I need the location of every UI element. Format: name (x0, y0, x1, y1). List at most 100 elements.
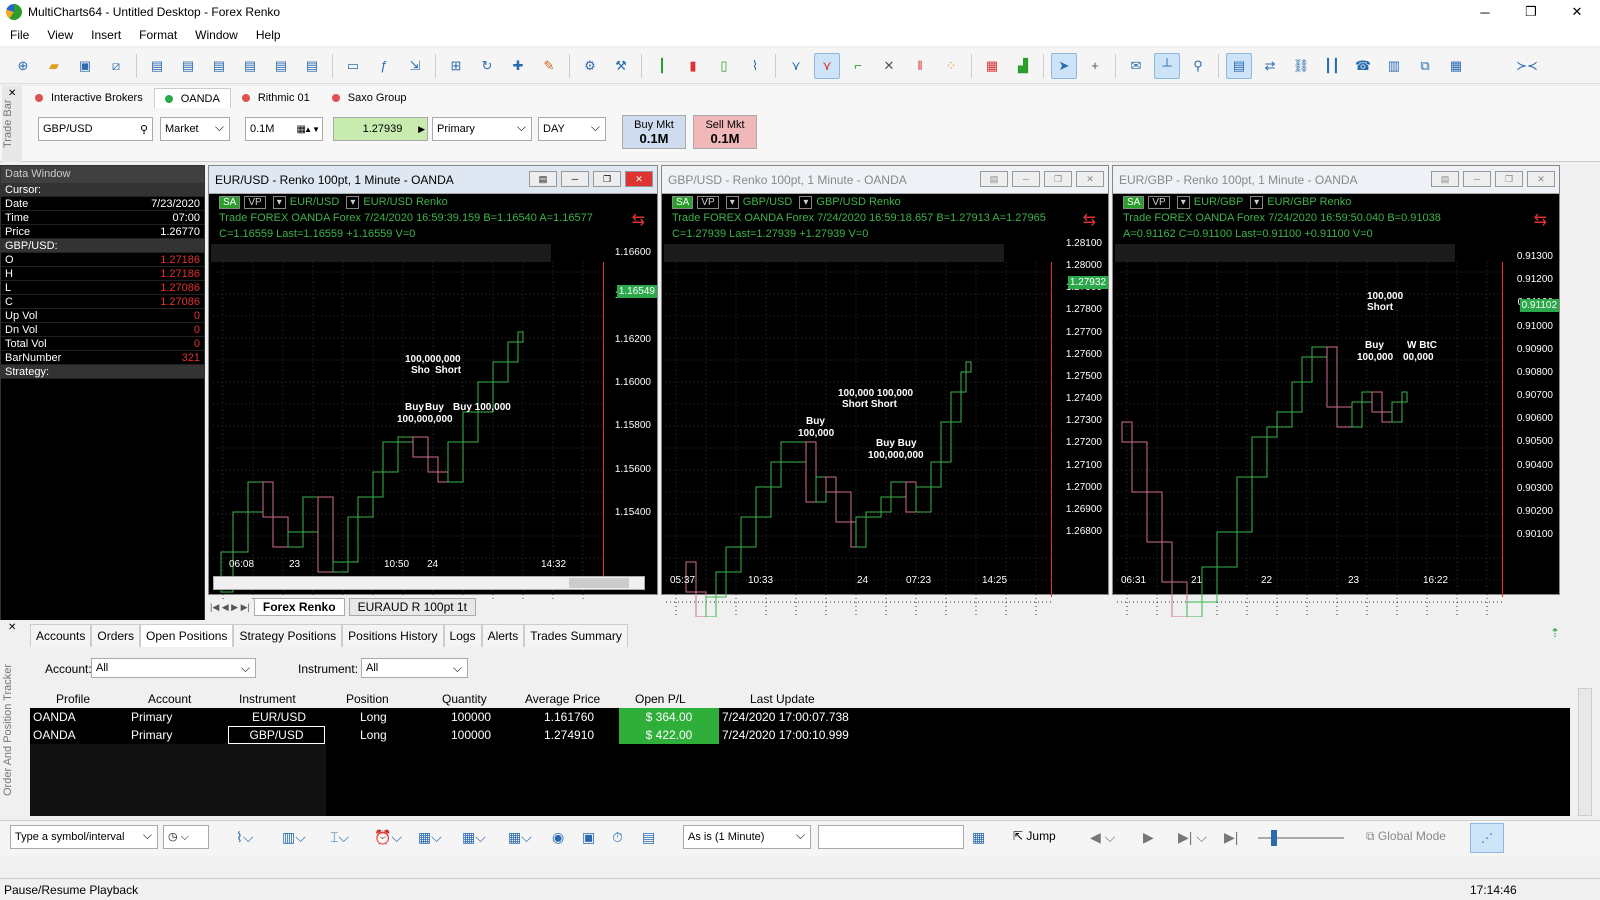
table-row[interactable]: OANDA Primary GBP/USD Long 100000 1.2749… (30, 726, 1570, 744)
close-workspace-icon[interactable]: ⧄ (103, 53, 129, 79)
pointer-icon[interactable]: ➤ (1051, 52, 1077, 79)
comment-icon[interactable]: ✉ (1123, 53, 1149, 79)
trade-bar-icon[interactable]: ▤ (1226, 52, 1252, 79)
timer-icon[interactable]: ⏱ (612, 829, 623, 846)
sa-badge[interactable]: SA (219, 196, 241, 209)
chart-settings-icon[interactable]: ▤ (529, 171, 557, 187)
trade-arrows-icon[interactable]: ⇆ (1083, 210, 1096, 230)
account-select[interactable]: Primary (432, 117, 532, 141)
chart-settings-icon[interactable]: ▤ (1431, 171, 1459, 187)
hline-icon[interactable]: ┴ (1154, 52, 1180, 79)
cal-tool-icon[interactable]: ▦⌵ (418, 829, 442, 846)
chart-close-icon[interactable]: ✕ (1527, 171, 1555, 187)
symbol-interval-input[interactable]: Type a symbol/interval (10, 825, 158, 849)
speed-slider-thumb[interactable] (1271, 830, 1277, 846)
col-account[interactable]: Account (148, 692, 191, 706)
function-window-icon[interactable]: ƒ (371, 53, 397, 79)
doc-icon-4[interactable]: ▤ (237, 53, 263, 79)
playback-mode-icon[interactable]: ⋰ (1470, 823, 1504, 853)
col-profile[interactable]: Profile (56, 692, 90, 706)
global-mode-button[interactable]: ⧉ Global Mode (1366, 829, 1446, 844)
grid-tool-icon[interactable]: ▦⌵ (508, 829, 532, 846)
bars-icon[interactable]: ┃┃ (1319, 53, 1345, 79)
tif-select[interactable]: DAY (538, 117, 606, 141)
col-position[interactable]: Position (346, 692, 389, 706)
alert-icon[interactable]: ☎ (1350, 53, 1376, 79)
sa-badge[interactable]: SA (1123, 196, 1145, 209)
chart-close-icon[interactable]: ✕ (1076, 171, 1104, 187)
sym2-toggle-icon[interactable]: ▾ (799, 196, 813, 209)
tab-positions-history[interactable]: Positions History (342, 624, 444, 647)
close-trade-bar-icon[interactable]: ✕ (8, 88, 16, 99)
trade-arrows-icon[interactable]: ⇆ (1534, 210, 1547, 230)
chart-settings-icon[interactable]: ▤ (980, 171, 1008, 187)
chart-title-bar[interactable]: EUR/USD - Renko 100pt, 1 Minute - OANDA … (209, 166, 657, 194)
doc-icon-1[interactable]: ▤ (144, 53, 170, 79)
candlestick-icon[interactable]: ▮ (680, 53, 706, 79)
price-arrow-icon[interactable]: ▶ (418, 124, 425, 135)
doc-icon-5[interactable]: ▤ (268, 53, 294, 79)
quantity-stepper[interactable]: 0.1M ▦ ▲▼ (245, 117, 323, 141)
cal-icon[interactable]: ▤ (642, 829, 655, 846)
add-strategy-icon[interactable]: ✚ (505, 53, 531, 79)
chart-close-icon[interactable]: ✕ (625, 171, 653, 187)
renko-icon[interactable]: ⋎ (783, 53, 809, 79)
open-folder-icon[interactable]: ▰ (41, 53, 67, 79)
settings-icon[interactable]: ⚙ (577, 53, 603, 79)
volume-icon[interactable]: ▦ (979, 53, 1005, 79)
line-chart-icon[interactable]: ⌇ (742, 53, 768, 79)
chart-title-bar[interactable]: GBP/USD - Renko 100pt, 1 Minute - OANDA … (662, 166, 1108, 194)
sym1-toggle-icon[interactable]: ▾ (1176, 196, 1190, 209)
point-figure-icon[interactable]: ✕ (876, 53, 902, 79)
instrument-filter-select[interactable]: All (361, 658, 468, 678)
tab-accounts[interactable]: Accounts (30, 624, 92, 647)
tab-interactive-brokers[interactable]: Interactive Brokers (24, 88, 154, 108)
search-icon[interactable]: ⚲ (140, 123, 148, 136)
vp-badge[interactable]: VP (1148, 196, 1170, 209)
price-field[interactable]: 1.27939 ▶ (333, 117, 428, 141)
col-open-pl[interactable]: Open P/L (635, 692, 686, 706)
price-plot[interactable] (666, 262, 1051, 617)
volume-profile-icon[interactable]: ▟ (1010, 53, 1036, 79)
record-icon[interactable]: ◉ (552, 829, 564, 846)
doc-icon-6[interactable]: ▤ (299, 53, 325, 79)
tab-open-positions[interactable]: Open Positions (140, 624, 234, 647)
step-forward-icon[interactable]: ▶| ⌵ (1178, 829, 1207, 846)
col-last-update[interactable]: Last Update (750, 692, 815, 706)
tab-alerts[interactable]: Alerts (481, 624, 525, 647)
tab-strategy-positions[interactable]: Strategy Positions (233, 624, 343, 647)
line-tool-icon[interactable]: ⌇⌵ (236, 829, 253, 846)
chart-window-gbpusd[interactable]: GBP/USD - Renko 100pt, 1 Minute - OANDA … (661, 165, 1109, 617)
sym1-toggle-icon[interactable]: ▾ (272, 196, 286, 209)
chart-minimize-icon[interactable]: ─ (1463, 171, 1491, 187)
chart-export-icon[interactable]: ⇲ (402, 53, 428, 79)
window-icon[interactable]: ⧉ (1412, 53, 1438, 79)
chart-minimize-icon[interactable]: ─ (1012, 171, 1040, 187)
menu-window[interactable]: Window (195, 28, 238, 42)
chart-window-icon[interactable]: ▭ (340, 53, 366, 79)
sym2-toggle-icon[interactable]: ▾ (1250, 196, 1264, 209)
tab-euraud[interactable]: EURAUD R 100pt 1t (348, 598, 476, 616)
menu-format[interactable]: Format (139, 28, 177, 42)
account-filter-select[interactable]: All (91, 658, 256, 678)
calendar-icon[interactable]: ▦ (972, 829, 985, 846)
vp-badge[interactable]: VP (244, 196, 266, 209)
format-chart-icon[interactable]: ⚒ (608, 53, 634, 79)
close-button[interactable]: ✕ (1554, 0, 1600, 24)
price-plot[interactable] (1117, 262, 1502, 617)
play-icon[interactable]: ▶ (1143, 829, 1154, 846)
menu-help[interactable]: Help (256, 28, 281, 42)
bars-tool-icon[interactable]: ▥⌵ (282, 829, 306, 846)
stop-icon[interactable]: ▣ (582, 829, 595, 846)
date-field[interactable] (818, 825, 964, 849)
dom-icon[interactable]: ⇄ (1257, 53, 1283, 79)
crosshair-icon[interactable]: + (1082, 53, 1108, 79)
renko-selected-icon[interactable]: ⋎ (814, 52, 840, 79)
step-back-icon[interactable]: ◀ ⌵ (1090, 829, 1115, 846)
tab-orders[interactable]: Orders (91, 624, 141, 647)
ohlc-icon[interactable]: ┃ (649, 53, 675, 79)
vertical-scrollbar[interactable] (1578, 688, 1592, 816)
col-quantity[interactable]: Quantity (442, 692, 487, 706)
alarm-tool-icon[interactable]: ⏰⌵ (374, 829, 402, 846)
sym2-toggle-icon[interactable]: ▾ (346, 196, 360, 209)
